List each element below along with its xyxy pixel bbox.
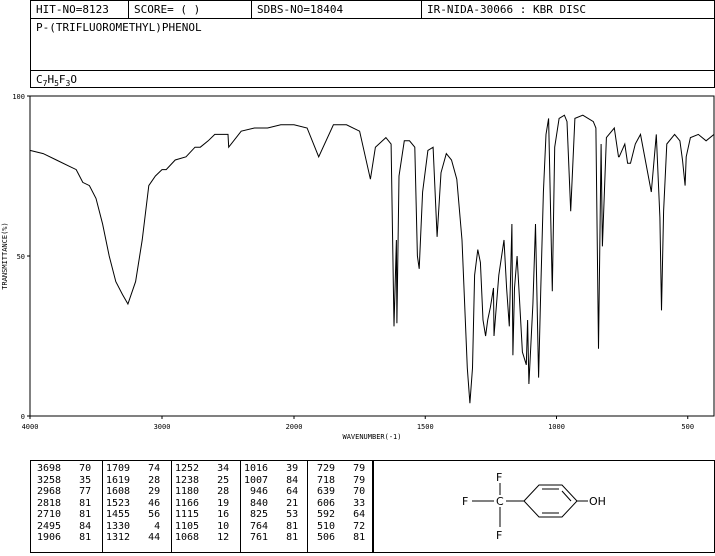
x-tick-label: 500 [681, 423, 694, 431]
structure-diagram: F F F C OH [373, 460, 715, 553]
peak-row: 946 64 [244, 486, 299, 497]
peak-row: 506 81 [311, 532, 366, 543]
fluorine-bottom-label: F [496, 529, 502, 542]
peak-row: 1180 28 [175, 486, 230, 497]
peak-row: 1238 25 [175, 474, 230, 486]
peak-column-divider [240, 461, 241, 552]
y-axis-label: TRANSMITTANCE(%) [1, 222, 9, 289]
x-tick-label: 4000 [22, 423, 39, 431]
peak-row: 3258 35 [37, 474, 92, 486]
sdbs-number: SDBS-NO=18404 [252, 1, 422, 18]
peak-row: 1105 10 [175, 520, 230, 532]
x-tick-label: 1000 [548, 423, 565, 431]
peak-column: 1709 74 1619 28 1608 29 1523 46 1455 56 1330 … [106, 463, 160, 544]
peak-column-divider [171, 461, 172, 552]
y-tick-label: 0 [21, 413, 25, 421]
peak-row: 606 33 [311, 497, 366, 509]
hydroxyl-label: OH [589, 495, 606, 508]
score: SCORE= ( ) [129, 1, 252, 18]
peak-row: 2710 81 [37, 509, 92, 520]
peak-column-divider [102, 461, 103, 552]
peak-row: 1608 29 [106, 486, 161, 497]
peak-column: 1016 39 1007 84 946 64 840 21 825 53 764 … [244, 463, 298, 544]
peak-column: 3698 70 3258 35 2968 77 2818 81 2710 81 2495 … [37, 463, 91, 544]
peak-row: 764 81 [244, 520, 299, 532]
peak-table: 3698 70 3258 35 2968 77 2818 81 2710 81 2495 … [30, 460, 373, 553]
peak-row: 1619 28 [106, 474, 161, 486]
peak-row: 718 79 [311, 474, 366, 486]
plot-frame [29, 95, 715, 417]
peak-row: 1166 19 [175, 497, 230, 509]
peak-row: 1115 16 [175, 509, 230, 520]
molecular-formula: C7H5F3O [36, 73, 77, 89]
peak-column: 729 79 718 79 639 70 606 33 592 64 510 7… [311, 463, 365, 544]
peak-column-divider [307, 461, 308, 552]
x-axis-ticks: 4000 3000 2000 1500 1000 500 [22, 416, 694, 431]
y-tick-label: 50 [17, 253, 25, 261]
x-tick-label: 2000 [286, 423, 303, 431]
peak-row: 2968 77 [37, 486, 92, 497]
hit-number: HIT-NO=8123 [31, 1, 129, 18]
peak-row: 1330 4 [106, 520, 161, 532]
peak-row: 825 53 [244, 509, 299, 520]
peak-row: 1007 84 [244, 474, 299, 486]
peak-row: 2818 81 [37, 497, 92, 509]
x-tick-label: 3000 [154, 423, 171, 431]
peak-row: 1068 12 [175, 532, 230, 543]
peak-column: 1252 34 1238 25 1180 28 1166 19 1115 16 1105 … [175, 463, 229, 544]
spectrum-line [29, 114, 715, 404]
peak-row: 1016 39 [244, 463, 299, 474]
benzene-ring [523, 484, 578, 518]
y-axis-ticks: 0 50 100 [12, 93, 30, 421]
peak-row: 1252 34 [175, 463, 230, 474]
y-tick-label: 100 [12, 93, 25, 101]
peak-row: 1709 74 [106, 463, 161, 474]
x-axis-label: WAVENUMBER(-1) [342, 433, 401, 441]
carbon-label: C [496, 495, 504, 508]
peak-row: 3698 70 [37, 463, 92, 474]
peak-row: 592 64 [311, 509, 366, 520]
peak-row: 840 21 [244, 497, 299, 509]
peak-row: 1455 56 [106, 509, 161, 520]
peak-row: 1906 81 [37, 532, 92, 543]
peak-row: 639 70 [311, 486, 366, 497]
compound-name: P-(TRIFLUOROMETHYL)PHENOL [36, 21, 202, 34]
fluorine-top-label: F [496, 471, 502, 484]
header-bar: HIT-NO=8123 SCORE= ( ) SDBS-NO=18404 IR-… [30, 0, 715, 19]
peak-row: 1312 44 [106, 532, 161, 543]
peak-row: 510 72 [311, 520, 366, 532]
x-tick-label: 1500 [417, 423, 434, 431]
compound-box: P-(TRIFLUOROMETHYL)PHENOL C7H5F3O [30, 18, 715, 88]
fluorine-left-label: F [462, 495, 468, 508]
ir-info: IR-NIDA-30066 : KBR DISC [427, 3, 586, 16]
peak-row: 729 79 [311, 463, 366, 474]
ir-spectrum-chart: 0 50 100 4000 3000 2000 1500 1000 500 TRANSMITT… [1, 93, 715, 441]
peak-row: 761 81 [244, 532, 299, 543]
peak-row: 2495 84 [37, 520, 92, 532]
peak-row: 1523 46 [106, 497, 161, 509]
